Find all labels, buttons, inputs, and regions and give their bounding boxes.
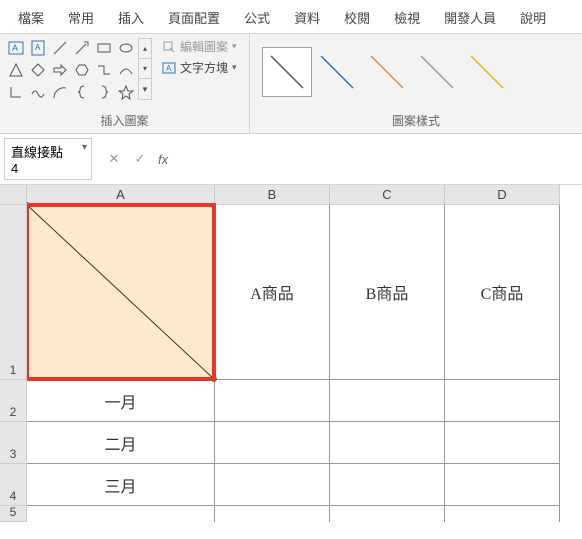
- dropdown-icon: ▾: [232, 41, 237, 52]
- row-headers: 1 2 3 4 5: [0, 185, 27, 522]
- name-box[interactable]: 直線接點 4: [4, 138, 92, 180]
- col-header-c[interactable]: C: [330, 185, 445, 205]
- shape-tools: 編輯圖案 ▾ A 文字方塊 ▾: [162, 38, 237, 76]
- group-insert-shapes: A A ▴: [0, 34, 250, 133]
- cancel-button[interactable]: ✕: [102, 148, 126, 170]
- shape-diamond-icon[interactable]: [28, 60, 48, 80]
- col-header-d[interactable]: D: [445, 185, 560, 205]
- cell-c2[interactable]: [330, 380, 445, 422]
- tab-help[interactable]: 說明: [508, 2, 558, 33]
- col-header-b[interactable]: B: [215, 185, 330, 205]
- edit-shape-icon: [162, 40, 176, 54]
- tab-insert[interactable]: 插入: [106, 2, 156, 33]
- cell-a2[interactable]: 一月: [27, 380, 215, 422]
- group-label-styles: 圖案樣式: [250, 110, 582, 133]
- shape-star-icon[interactable]: [116, 82, 136, 102]
- diagonal-line-shape[interactable]: [27, 205, 214, 379]
- cell-b3[interactable]: [215, 422, 330, 464]
- shape-textbox-icon[interactable]: A: [6, 38, 26, 58]
- shape-arrow-icon[interactable]: [72, 38, 92, 58]
- cell-c5[interactable]: [330, 506, 445, 522]
- col-headers: A B C D: [27, 185, 582, 205]
- cell-a3[interactable]: 二月: [27, 422, 215, 464]
- shape-oval-icon[interactable]: [116, 38, 136, 58]
- cell-d2[interactable]: [445, 380, 560, 422]
- shape-freeform-icon[interactable]: [28, 82, 48, 102]
- handle-bottom-right[interactable]: [211, 376, 217, 382]
- cell-c3[interactable]: [330, 422, 445, 464]
- confirm-button[interactable]: ✓: [128, 148, 152, 170]
- tab-formulas[interactable]: 公式: [232, 2, 282, 33]
- shape-connector-icon[interactable]: [94, 60, 114, 80]
- shape-curve-icon[interactable]: [116, 60, 136, 80]
- shape-brace-left-icon[interactable]: [72, 82, 92, 102]
- cell-b5[interactable]: [215, 506, 330, 522]
- row-header-3[interactable]: 3: [0, 422, 27, 464]
- cell-d4[interactable]: [445, 464, 560, 506]
- dropdown-icon: ▾: [232, 62, 237, 73]
- cell-a4[interactable]: 三月: [27, 464, 215, 506]
- col-header-a[interactable]: A: [27, 185, 215, 205]
- formula-bar: 直線接點 4 ✕ ✓ fx: [0, 134, 582, 185]
- cell-c4[interactable]: [330, 464, 445, 506]
- shape-triangle-icon[interactable]: [6, 60, 26, 80]
- row-header-1[interactable]: 1: [0, 205, 27, 380]
- shape-gallery[interactable]: A A: [6, 38, 136, 102]
- tab-file[interactable]: 檔案: [6, 2, 56, 33]
- edit-shape-label: 編輯圖案: [180, 38, 228, 55]
- svg-text:A: A: [12, 43, 18, 53]
- text-box-icon: A: [162, 61, 176, 75]
- spreadsheet: 1 2 3 4 5 A B C D A商品 B商品 C商品: [0, 185, 582, 522]
- shape-line-icon[interactable]: [50, 38, 70, 58]
- shape-rect-icon[interactable]: [94, 38, 114, 58]
- shape-hexagon-icon[interactable]: [72, 60, 92, 80]
- cell-a1[interactable]: [27, 205, 215, 380]
- gallery-up-icon[interactable]: ▴: [139, 39, 151, 59]
- svg-text:A: A: [35, 43, 41, 52]
- line-style-2[interactable]: [312, 47, 362, 97]
- select-all-corner[interactable]: [0, 185, 27, 205]
- line-style-5[interactable]: [462, 47, 512, 97]
- shape-textbox-vert-icon[interactable]: A: [28, 38, 48, 58]
- ribbon-content: A A ▴: [0, 34, 582, 134]
- shape-elbow-icon[interactable]: [6, 82, 26, 102]
- group-label-shapes: 插入圖案: [0, 110, 249, 133]
- line-style-gallery: [256, 39, 518, 105]
- text-box-button[interactable]: A 文字方塊 ▾: [162, 59, 237, 76]
- cell-d1[interactable]: C商品: [445, 205, 560, 380]
- row-header-4[interactable]: 4: [0, 464, 27, 506]
- tab-view[interactable]: 檢視: [382, 2, 432, 33]
- shape-brace-right-icon[interactable]: [94, 82, 114, 102]
- tab-review[interactable]: 校閱: [332, 2, 382, 33]
- line-style-1[interactable]: [262, 47, 312, 97]
- cell-b4[interactable]: [215, 464, 330, 506]
- cell-b1[interactable]: A商品: [215, 205, 330, 380]
- fx-label[interactable]: fx: [154, 152, 172, 167]
- cell-b2[interactable]: [215, 380, 330, 422]
- ribbon-tabs: 檔案 常用 插入 頁面配置 公式 資料 校閱 檢視 開發人員 說明: [0, 0, 582, 34]
- shape-right-arrow-icon[interactable]: [50, 60, 70, 80]
- group-shape-styles: 圖案樣式: [250, 34, 582, 133]
- gallery-scroll[interactable]: ▴ ▾ ▼: [138, 38, 152, 100]
- tab-home[interactable]: 常用: [56, 2, 106, 33]
- line-style-3[interactable]: [362, 47, 412, 97]
- cell-a5[interactable]: [27, 506, 215, 522]
- shape-arc-icon[interactable]: [50, 82, 70, 102]
- row-header-5[interactable]: 5: [0, 506, 27, 522]
- cell-d3[interactable]: [445, 422, 560, 464]
- tab-layout[interactable]: 頁面配置: [156, 2, 232, 33]
- line-style-4[interactable]: [412, 47, 462, 97]
- cell-c1[interactable]: B商品: [330, 205, 445, 380]
- gallery-more-icon[interactable]: ▼: [139, 79, 151, 99]
- tab-data[interactable]: 資料: [282, 2, 332, 33]
- cell-d5[interactable]: [445, 506, 560, 522]
- tab-developer[interactable]: 開發人員: [432, 2, 508, 33]
- row-header-2[interactable]: 2: [0, 380, 27, 422]
- svg-text:A: A: [166, 64, 172, 73]
- text-box-label: 文字方塊: [180, 59, 228, 76]
- edit-shape-button[interactable]: 編輯圖案 ▾: [162, 38, 237, 55]
- gallery-down-icon[interactable]: ▾: [139, 59, 151, 79]
